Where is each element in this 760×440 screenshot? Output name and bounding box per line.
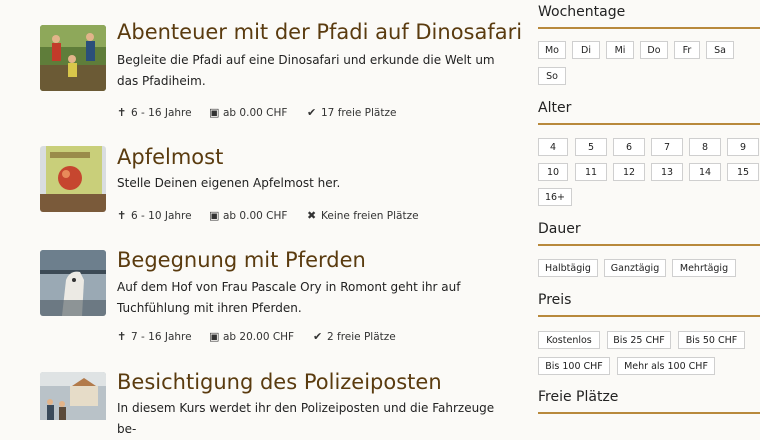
person-icon: ✝	[117, 330, 127, 343]
filter-age-6[interactable]: 6	[613, 138, 645, 156]
filter-duration-title: Dauer	[538, 221, 581, 237]
course-description: In diesem Kurs werdet ihr den Polizeipos…	[117, 401, 495, 436]
course-title[interactable]: Apfelmost	[117, 145, 223, 169]
filter-weekday-di[interactable]: Di	[572, 41, 600, 59]
filter-free-places-title: Freie Plätze	[538, 389, 619, 405]
filter-age-13[interactable]: 13	[651, 163, 683, 181]
filter-age-9[interactable]: 9	[727, 138, 759, 156]
filter-weekday-mi[interactable]: Mi	[606, 41, 634, 59]
course-thumbnail[interactable]	[40, 372, 106, 420]
filter-weekday-do[interactable]: Do	[640, 41, 668, 59]
person-icon: ✝	[117, 209, 127, 222]
filter-age-title: Alter	[538, 100, 572, 116]
filter-price-bis-25[interactable]: Bis 25 CHF	[607, 331, 671, 349]
course-thumbnail[interactable]	[40, 250, 106, 316]
course-age: 7 - 16 Jahre	[131, 331, 192, 343]
course-price: ab 0.00 CHF	[223, 107, 288, 119]
divider	[538, 123, 760, 125]
filter-price-mehr-als-100[interactable]: Mehr als 100 CHF	[617, 357, 715, 375]
filter-duration-ganztaegig[interactable]: Ganztägig	[604, 259, 666, 277]
filter-age-5[interactable]: 5	[575, 138, 607, 156]
divider	[538, 412, 760, 414]
cross-icon: ✖	[307, 209, 317, 222]
course-thumbnail[interactable]	[40, 25, 106, 91]
filter-age-12[interactable]: 12	[613, 163, 645, 181]
course-thumbnail[interactable]	[40, 146, 106, 212]
course-availability: 2 freie Plätze	[327, 331, 396, 343]
filter-age-4[interactable]: 4	[538, 138, 568, 156]
filter-age-11[interactable]: 11	[575, 163, 607, 181]
check-icon: ✔	[313, 330, 323, 343]
person-icon: ✝	[117, 106, 127, 119]
filter-age-14[interactable]: 14	[689, 163, 721, 181]
divider	[538, 27, 760, 29]
course-description: Stelle Deinen eigenen Apfelmost her.	[117, 176, 341, 190]
course-title[interactable]: Abenteuer mit der Pfadi auf Dinosafari	[117, 20, 522, 44]
filter-weekdays-title: Wochentage	[538, 4, 626, 20]
filter-price-bis-100[interactable]: Bis 100 CHF	[538, 357, 610, 375]
money-icon: ▣	[209, 209, 220, 222]
course-price: ab 20.00 CHF	[223, 331, 295, 343]
filter-age-15[interactable]: 15	[727, 163, 759, 181]
filter-age-10[interactable]: 10	[538, 163, 568, 181]
filter-weekday-so[interactable]: So	[538, 67, 566, 85]
course-age: 6 - 10 Jahre	[131, 210, 192, 222]
divider	[538, 244, 760, 246]
filter-duration-halbtaegig[interactable]: Halbtägig	[538, 259, 598, 277]
filter-price-bis-50[interactable]: Bis 50 CHF	[678, 331, 745, 349]
course-availability: 17 freie Plätze	[321, 107, 397, 119]
course-price: ab 0.00 CHF	[223, 210, 288, 222]
check-icon: ✔	[307, 106, 317, 119]
filter-price-kostenlos[interactable]: Kostenlos	[538, 331, 600, 349]
course-description: Begleite die Pfadi auf eine Dinosafari u…	[117, 53, 495, 88]
filter-price-title: Preis	[538, 292, 572, 308]
course-availability: Keine freien Plätze	[321, 210, 419, 222]
course-age: 6 - 16 Jahre	[131, 107, 192, 119]
filter-age-16plus[interactable]: 16+	[538, 188, 572, 206]
course-description: Auf dem Hof von Frau Pascale Ory in Romo…	[117, 280, 461, 315]
filter-age-8[interactable]: 8	[689, 138, 721, 156]
filter-weekday-fr[interactable]: Fr	[674, 41, 700, 59]
filter-weekday-sa[interactable]: Sa	[706, 41, 734, 59]
money-icon: ▣	[209, 106, 220, 119]
course-title[interactable]: Begegnung mit Pferden	[117, 248, 366, 272]
filter-duration-mehrtaegig[interactable]: Mehrtägig	[672, 259, 736, 277]
course-title[interactable]: Besichtigung des Polizeiposten	[117, 370, 442, 394]
filter-weekday-mo[interactable]: Mo	[538, 41, 566, 59]
money-icon: ▣	[209, 330, 220, 343]
filter-age-7[interactable]: 7	[651, 138, 683, 156]
divider	[538, 315, 760, 317]
